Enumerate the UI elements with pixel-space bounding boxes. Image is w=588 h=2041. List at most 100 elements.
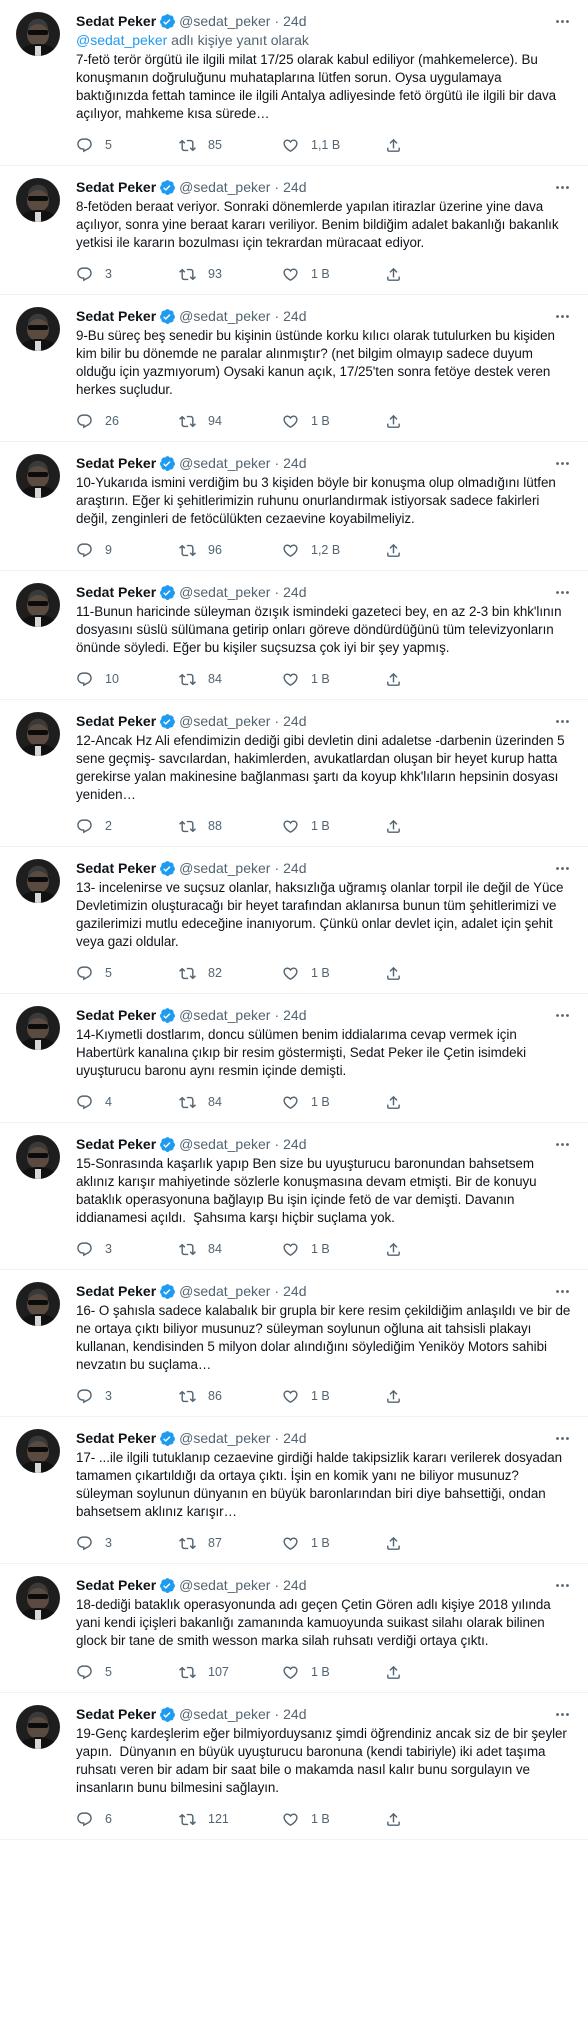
author-handle[interactable]: @sedat_peker: [179, 12, 270, 30]
like-button[interactable]: 1,1 B: [282, 137, 385, 154]
retweet-button[interactable]: 84: [179, 1241, 282, 1258]
retweet-button[interactable]: 88: [179, 818, 282, 835]
tweet-date[interactable]: 24d: [283, 12, 306, 30]
author-name[interactable]: Sedat Peker: [76, 307, 156, 325]
tweet-date[interactable]: 24d: [283, 307, 306, 325]
share-button[interactable]: [385, 965, 402, 982]
tweet-date[interactable]: 24d: [283, 1006, 306, 1024]
more-dots-icon[interactable]: [552, 1005, 572, 1025]
tweet[interactable]: Sedat Peker @sedat_peker · 24d 13- incel…: [0, 847, 588, 994]
tweet[interactable]: Sedat Peker @sedat_peker · 24d 15-Sonras…: [0, 1123, 588, 1270]
more-dots-icon[interactable]: [552, 11, 572, 31]
avatar[interactable]: [16, 583, 60, 627]
avatar[interactable]: [16, 178, 60, 222]
reply-button[interactable]: 5: [76, 137, 179, 154]
retweet-button[interactable]: 86: [179, 1388, 282, 1405]
tweet[interactable]: Sedat Peker @sedat_peker · 24d @sedat_pe…: [0, 0, 588, 166]
more-dots-icon[interactable]: [552, 177, 572, 197]
author-name[interactable]: Sedat Peker: [76, 1705, 156, 1723]
share-button[interactable]: [385, 1535, 402, 1552]
more-dots-icon[interactable]: [552, 1704, 572, 1724]
reply-button[interactable]: 3: [76, 266, 179, 283]
retweet-button[interactable]: 82: [179, 965, 282, 982]
tweet[interactable]: Sedat Peker @sedat_peker · 24d 17- ...il…: [0, 1417, 588, 1564]
like-button[interactable]: 1 B: [282, 1241, 385, 1258]
share-button[interactable]: [385, 1241, 402, 1258]
more-dots-icon[interactable]: [552, 453, 572, 473]
tweet-date[interactable]: 24d: [283, 1576, 306, 1594]
author-handle[interactable]: @sedat_peker: [179, 1429, 270, 1447]
share-button[interactable]: [385, 266, 402, 283]
tweet[interactable]: Sedat Peker @sedat_peker · 24d 14-Kıymet…: [0, 994, 588, 1123]
author-handle[interactable]: @sedat_peker: [179, 583, 270, 601]
reply-button[interactable]: 10: [76, 671, 179, 688]
like-button[interactable]: 1 B: [282, 965, 385, 982]
author-handle[interactable]: @sedat_peker: [179, 454, 270, 472]
share-button[interactable]: [385, 1388, 402, 1405]
author-handle[interactable]: @sedat_peker: [179, 1006, 270, 1024]
author-name[interactable]: Sedat Peker: [76, 1429, 156, 1447]
reply-button[interactable]: 5: [76, 965, 179, 982]
reply-button[interactable]: 2: [76, 818, 179, 835]
retweet-button[interactable]: 87: [179, 1535, 282, 1552]
avatar[interactable]: [16, 454, 60, 498]
author-name[interactable]: Sedat Peker: [76, 12, 156, 30]
tweet-date[interactable]: 24d: [283, 583, 306, 601]
tweet[interactable]: Sedat Peker @sedat_peker · 24d 16- O şah…: [0, 1270, 588, 1417]
tweet-date[interactable]: 24d: [283, 178, 306, 196]
author-name[interactable]: Sedat Peker: [76, 1576, 156, 1594]
like-button[interactable]: 1 B: [282, 1664, 385, 1681]
reply-mention-link[interactable]: @sedat_peker: [76, 32, 167, 48]
author-name[interactable]: Sedat Peker: [76, 178, 156, 196]
author-handle[interactable]: @sedat_peker: [179, 712, 270, 730]
author-name[interactable]: Sedat Peker: [76, 583, 156, 601]
retweet-button[interactable]: 85: [179, 137, 282, 154]
reply-button[interactable]: 4: [76, 1094, 179, 1111]
author-name[interactable]: Sedat Peker: [76, 712, 156, 730]
author-handle[interactable]: @sedat_peker: [179, 859, 270, 877]
tweet[interactable]: Sedat Peker @sedat_peker · 24d 19-Genç k…: [0, 1693, 588, 1840]
like-button[interactable]: 1 B: [282, 266, 385, 283]
author-handle[interactable]: @sedat_peker: [179, 307, 270, 325]
author-handle[interactable]: @sedat_peker: [179, 1576, 270, 1594]
reply-button[interactable]: 3: [76, 1241, 179, 1258]
like-button[interactable]: 1 B: [282, 413, 385, 430]
reply-button[interactable]: 26: [76, 413, 179, 430]
tweet[interactable]: Sedat Peker @sedat_peker · 24d 10-Yukarı…: [0, 442, 588, 571]
like-button[interactable]: 1 B: [282, 1388, 385, 1405]
reply-button[interactable]: 9: [76, 542, 179, 559]
share-button[interactable]: [385, 413, 402, 430]
more-dots-icon[interactable]: [552, 306, 572, 326]
share-button[interactable]: [385, 818, 402, 835]
author-name[interactable]: Sedat Peker: [76, 859, 156, 877]
retweet-button[interactable]: 121: [179, 1811, 282, 1828]
avatar[interactable]: [16, 307, 60, 351]
author-name[interactable]: Sedat Peker: [76, 1282, 156, 1300]
tweet[interactable]: Sedat Peker @sedat_peker · 24d 9-Bu süre…: [0, 295, 588, 442]
more-dots-icon[interactable]: [552, 858, 572, 878]
avatar[interactable]: [16, 1135, 60, 1179]
retweet-button[interactable]: 107: [179, 1664, 282, 1681]
author-name[interactable]: Sedat Peker: [76, 454, 156, 472]
more-dots-icon[interactable]: [552, 582, 572, 602]
tweet-date[interactable]: 24d: [283, 1705, 306, 1723]
more-dots-icon[interactable]: [552, 711, 572, 731]
share-button[interactable]: [385, 137, 402, 154]
like-button[interactable]: 1 B: [282, 1811, 385, 1828]
tweet-date[interactable]: 24d: [283, 454, 306, 472]
tweet-date[interactable]: 24d: [283, 859, 306, 877]
share-button[interactable]: [385, 1811, 402, 1828]
tweet[interactable]: Sedat Peker @sedat_peker · 24d 18-dediği…: [0, 1564, 588, 1693]
reply-button[interactable]: 5: [76, 1664, 179, 1681]
share-button[interactable]: [385, 542, 402, 559]
avatar[interactable]: [16, 1705, 60, 1749]
reply-button[interactable]: 3: [76, 1535, 179, 1552]
like-button[interactable]: 1,2 B: [282, 542, 385, 559]
retweet-button[interactable]: 93: [179, 266, 282, 283]
share-button[interactable]: [385, 671, 402, 688]
tweet-date[interactable]: 24d: [283, 1282, 306, 1300]
avatar[interactable]: [16, 712, 60, 756]
author-name[interactable]: Sedat Peker: [76, 1135, 156, 1153]
avatar[interactable]: [16, 12, 60, 56]
author-handle[interactable]: @sedat_peker: [179, 1135, 270, 1153]
